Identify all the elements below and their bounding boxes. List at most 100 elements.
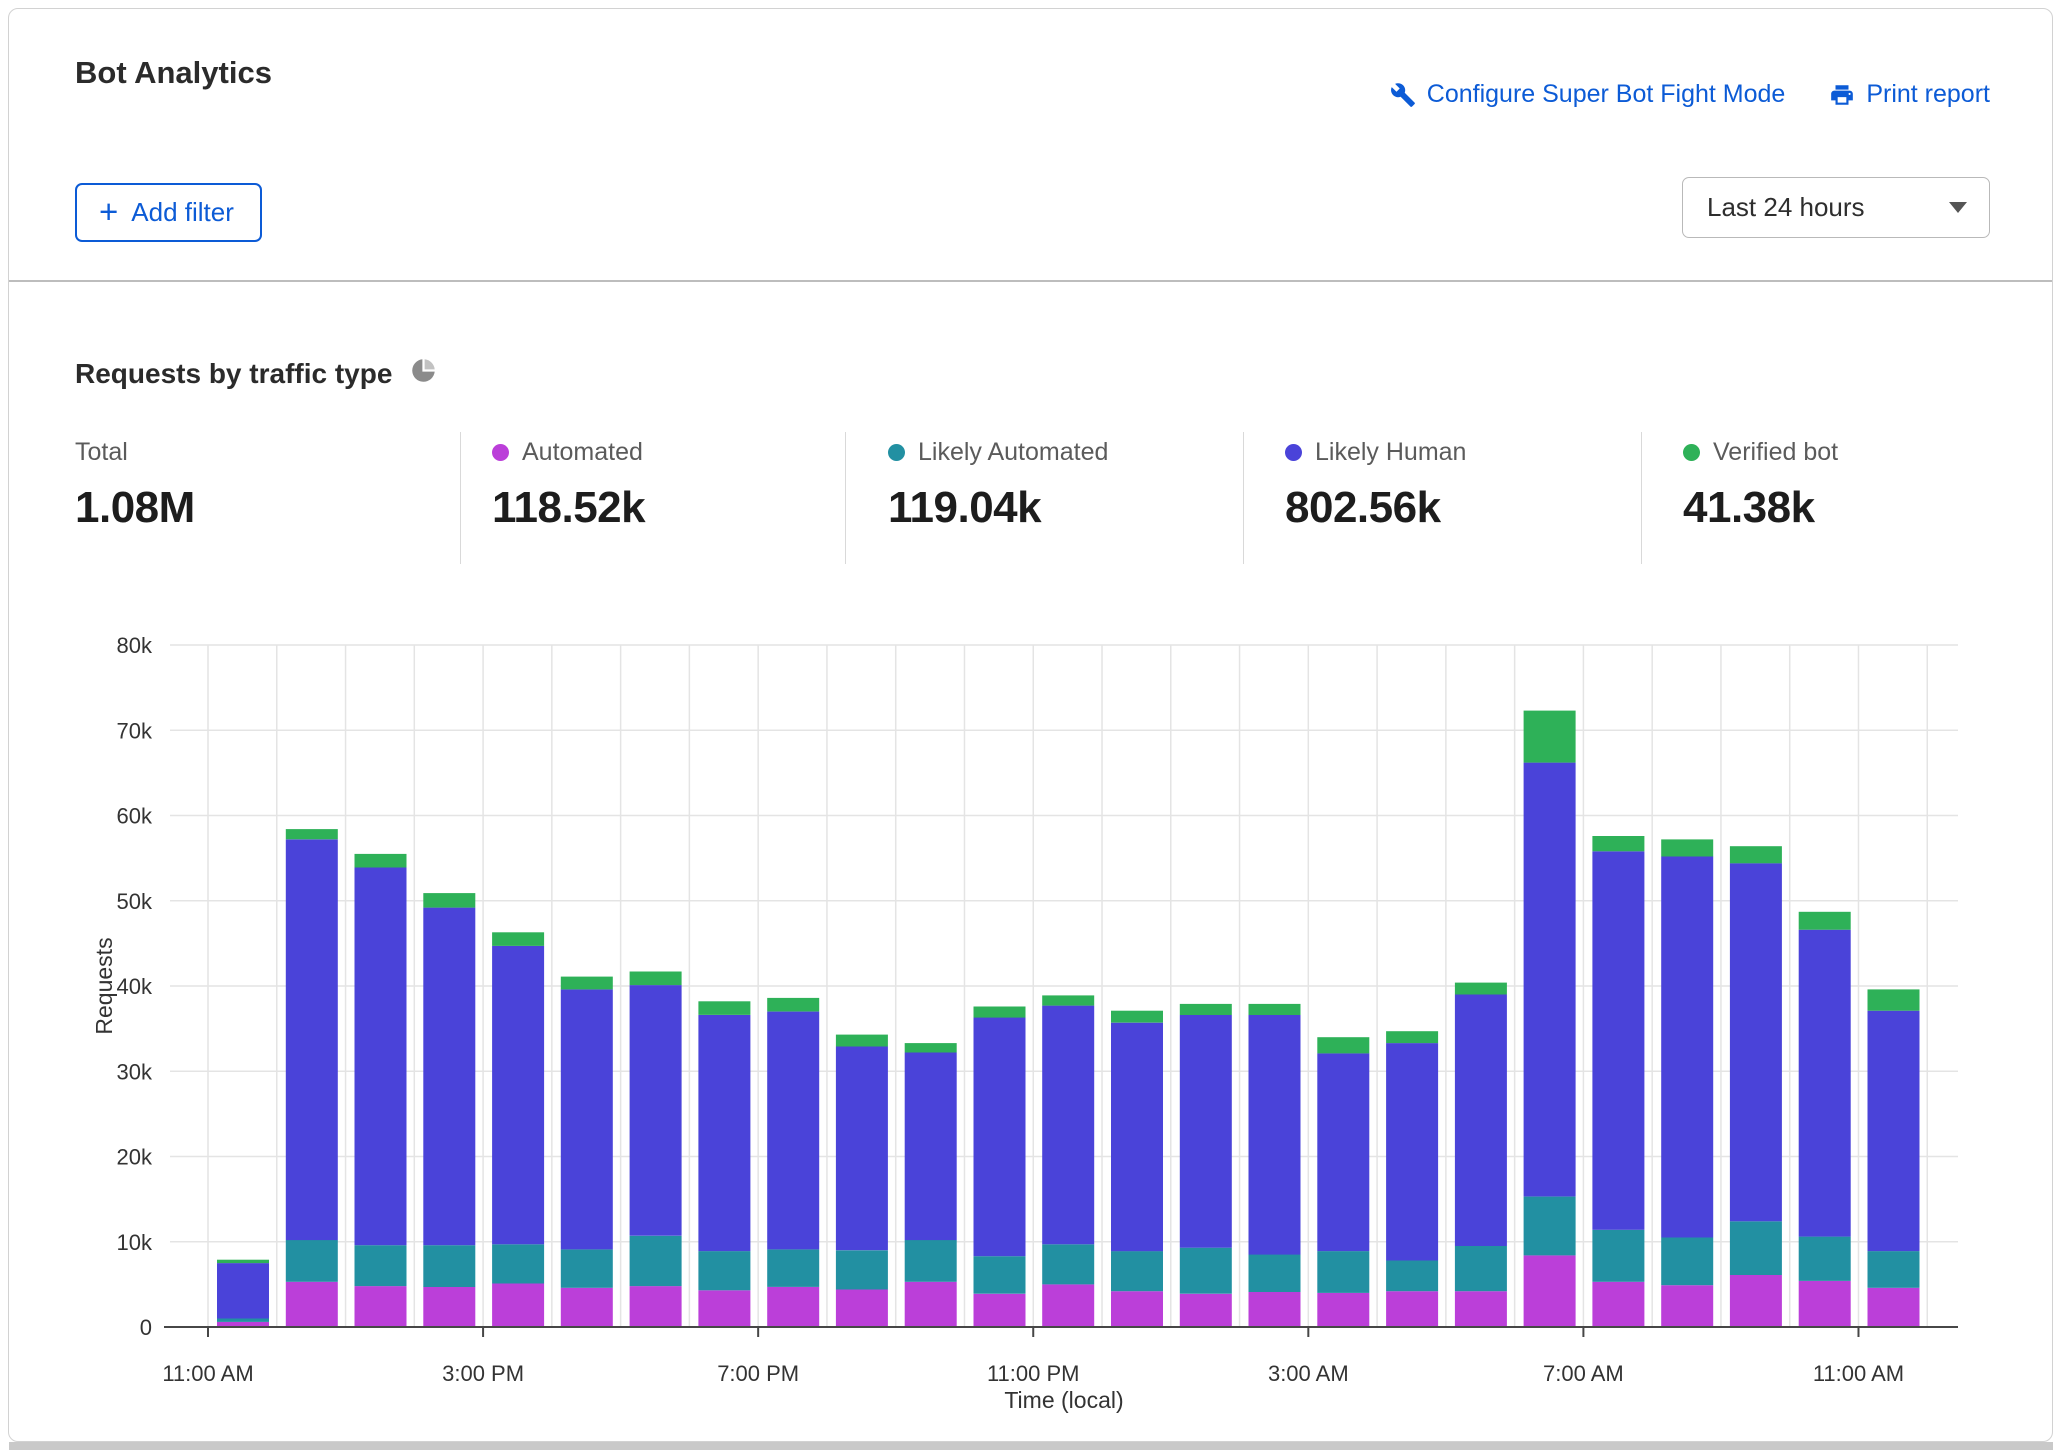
bar-segment-1200pm-verified-bot[interactable]: [286, 829, 338, 839]
bar-segment-400am-likely-automated[interactable]: [1386, 1261, 1438, 1292]
bar-segment-800pm-verified-bot[interactable]: [836, 1035, 888, 1047]
bar-segment-1100am-verified-bot[interactable]: [1868, 989, 1920, 1010]
bar-segment-200am-verified-bot[interactable]: [1249, 1004, 1301, 1015]
bar-segment-300pm-verified-bot[interactable]: [492, 932, 544, 946]
bar-segment-900am-verified-bot[interactable]: [1730, 846, 1782, 863]
time-range-select[interactable]: Last 24 hours: [1682, 177, 1990, 238]
bar-segment-900pm-likely-human[interactable]: [905, 1053, 957, 1241]
requests-by-traffic-type-chart[interactable]: 010k20k30k40k50k60k70k80k11:00 AM3:00 PM…: [0, 600, 2062, 1450]
bar-segment-100am-automated[interactable]: [1180, 1294, 1232, 1327]
bar-segment-1200pm-automated[interactable]: [286, 1282, 338, 1327]
bar-segment-600am-likely-automated[interactable]: [1524, 1197, 1576, 1256]
bar-segment-700am-automated[interactable]: [1592, 1282, 1644, 1327]
bar-segment-400am-automated[interactable]: [1386, 1291, 1438, 1327]
bar-segment-1100pm-verified-bot[interactable]: [1042, 995, 1094, 1005]
bar-segment-400pm-likely-human[interactable]: [561, 989, 613, 1249]
bar-segment-600pm-likely-automated[interactable]: [698, 1251, 750, 1290]
bar-segment-700am-verified-bot[interactable]: [1592, 836, 1644, 851]
bar-segment-300am-automated[interactable]: [1317, 1293, 1369, 1327]
bar-segment-300am-likely-human[interactable]: [1317, 1053, 1369, 1251]
bar-segment-900pm-verified-bot[interactable]: [905, 1043, 957, 1052]
bar-segment-300pm-likely-human[interactable]: [492, 946, 544, 1244]
bar-segment-100pm-automated[interactable]: [355, 1286, 407, 1327]
bar-segment-700pm-automated[interactable]: [767, 1287, 819, 1327]
bar-segment-1100am-likely-automated[interactable]: [1868, 1251, 1920, 1288]
bar-segment-600am-likely-human[interactable]: [1524, 763, 1576, 1197]
add-filter-button[interactable]: + Add filter: [75, 183, 262, 242]
bar-segment-400pm-automated[interactable]: [561, 1288, 613, 1327]
bar-segment-400pm-likely-automated[interactable]: [561, 1249, 613, 1287]
bar-segment-1000am-verified-bot[interactable]: [1799, 912, 1851, 930]
bar-segment-900am-likely-automated[interactable]: [1730, 1221, 1782, 1275]
bar-segment-1100am-verified-bot[interactable]: [217, 1260, 269, 1263]
bar-segment-1200am-verified-bot[interactable]: [1111, 1011, 1163, 1023]
bar-segment-800am-verified-bot[interactable]: [1661, 839, 1713, 856]
bar-segment-900am-automated[interactable]: [1730, 1275, 1782, 1327]
bar-segment-600am-verified-bot[interactable]: [1524, 711, 1576, 763]
bar-segment-900pm-likely-automated[interactable]: [905, 1240, 957, 1282]
bar-segment-500am-automated[interactable]: [1455, 1291, 1507, 1327]
bar-segment-1100am-likely-human[interactable]: [1868, 1011, 1920, 1251]
bar-segment-900am-likely-human[interactable]: [1730, 863, 1782, 1221]
bar-segment-200pm-likely-human[interactable]: [423, 908, 475, 1246]
bar-segment-100am-verified-bot[interactable]: [1180, 1004, 1232, 1015]
bar-segment-500am-likely-human[interactable]: [1455, 995, 1507, 1247]
bar-segment-200pm-likely-automated[interactable]: [423, 1245, 475, 1287]
bar-segment-400am-likely-human[interactable]: [1386, 1043, 1438, 1260]
bar-segment-200am-likely-automated[interactable]: [1249, 1255, 1301, 1293]
bar-segment-1100pm-likely-automated[interactable]: [1042, 1244, 1094, 1284]
configure-super-bot-fight-mode-link[interactable]: Configure Super Bot Fight Mode: [1390, 80, 1786, 109]
bar-segment-800pm-likely-human[interactable]: [836, 1047, 888, 1251]
bar-segment-1200am-likely-human[interactable]: [1111, 1023, 1163, 1251]
bar-segment-900pm-automated[interactable]: [905, 1282, 957, 1327]
bar-segment-100am-likely-automated[interactable]: [1180, 1248, 1232, 1294]
bar-segment-800pm-likely-automated[interactable]: [836, 1250, 888, 1289]
bar-segment-1000pm-likely-human[interactable]: [974, 1018, 1026, 1257]
bar-segment-600pm-likely-human[interactable]: [698, 1015, 750, 1251]
bar-segment-100pm-likely-human[interactable]: [355, 868, 407, 1246]
bar-segment-600pm-verified-bot[interactable]: [698, 1001, 750, 1015]
bar-segment-300am-likely-automated[interactable]: [1317, 1251, 1369, 1293]
bar-segment-100am-likely-human[interactable]: [1180, 1015, 1232, 1248]
bar-segment-500pm-likely-human[interactable]: [630, 985, 682, 1236]
bar-segment-600am-automated[interactable]: [1524, 1255, 1576, 1327]
bar-segment-500pm-likely-automated[interactable]: [630, 1236, 682, 1286]
bar-segment-1200am-likely-automated[interactable]: [1111, 1251, 1163, 1291]
bar-segment-100pm-likely-automated[interactable]: [355, 1245, 407, 1286]
bar-segment-1100am-likely-human[interactable]: [217, 1263, 269, 1318]
bar-segment-1000pm-likely-automated[interactable]: [974, 1256, 1026, 1294]
bar-segment-800am-automated[interactable]: [1661, 1285, 1713, 1327]
bar-segment-100pm-verified-bot[interactable]: [355, 854, 407, 868]
bar-segment-500pm-verified-bot[interactable]: [630, 972, 682, 986]
bar-segment-200am-automated[interactable]: [1249, 1292, 1301, 1327]
bar-segment-1000pm-verified-bot[interactable]: [974, 1007, 1026, 1018]
bar-segment-700am-likely-automated[interactable]: [1592, 1230, 1644, 1282]
bar-segment-600pm-automated[interactable]: [698, 1290, 750, 1327]
bar-segment-300am-verified-bot[interactable]: [1317, 1037, 1369, 1053]
bar-segment-1000am-likely-human[interactable]: [1799, 930, 1851, 1237]
bar-segment-700am-likely-human[interactable]: [1592, 851, 1644, 1230]
bar-segment-1100pm-likely-human[interactable]: [1042, 1006, 1094, 1245]
bar-segment-1000pm-automated[interactable]: [974, 1294, 1026, 1327]
bar-segment-800pm-automated[interactable]: [836, 1290, 888, 1328]
bar-segment-300pm-automated[interactable]: [492, 1284, 544, 1328]
bar-segment-200pm-verified-bot[interactable]: [423, 893, 475, 908]
bar-segment-1000am-likely-automated[interactable]: [1799, 1237, 1851, 1281]
bar-segment-400pm-verified-bot[interactable]: [561, 977, 613, 990]
bar-segment-500pm-automated[interactable]: [630, 1286, 682, 1327]
bar-segment-400am-verified-bot[interactable]: [1386, 1031, 1438, 1043]
bar-segment-1200pm-likely-human[interactable]: [286, 839, 338, 1240]
print-report-link[interactable]: Print report: [1829, 80, 1990, 109]
bar-segment-1100am-likely-automated[interactable]: [217, 1319, 269, 1322]
bar-segment-1200am-automated[interactable]: [1111, 1291, 1163, 1327]
bar-segment-200pm-automated[interactable]: [423, 1287, 475, 1327]
bar-segment-800am-likely-human[interactable]: [1661, 856, 1713, 1237]
bar-segment-200am-likely-human[interactable]: [1249, 1015, 1301, 1255]
bar-segment-700pm-likely-human[interactable]: [767, 1012, 819, 1250]
bar-segment-700pm-verified-bot[interactable]: [767, 998, 819, 1012]
bar-segment-500am-likely-automated[interactable]: [1455, 1246, 1507, 1291]
bar-segment-1100am-automated[interactable]: [1868, 1288, 1920, 1327]
bar-segment-1200pm-likely-automated[interactable]: [286, 1240, 338, 1282]
bar-segment-500am-verified-bot[interactable]: [1455, 983, 1507, 995]
bar-segment-700pm-likely-automated[interactable]: [767, 1249, 819, 1287]
